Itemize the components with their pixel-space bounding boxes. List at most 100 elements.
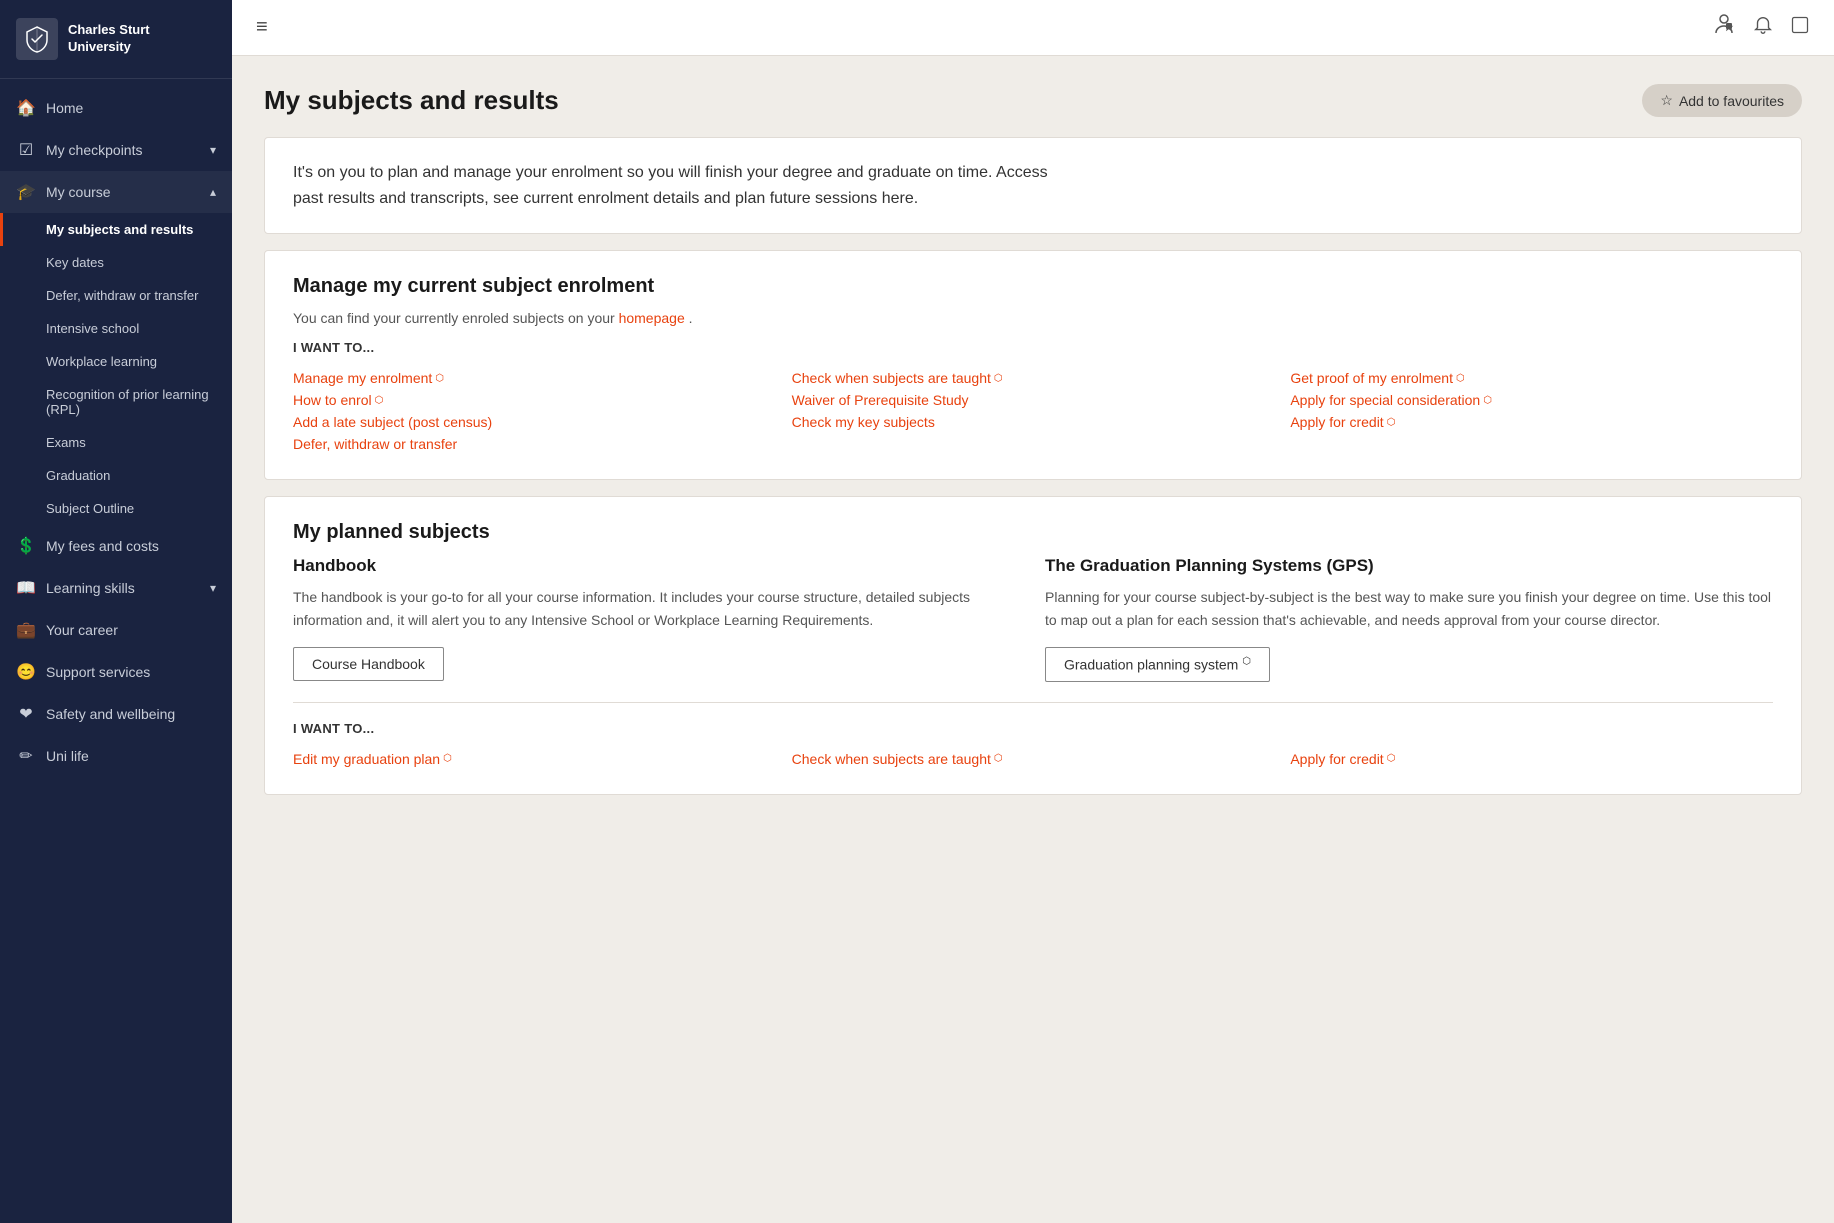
link-special-consideration[interactable]: Apply for special consideration⬡ [1290, 389, 1773, 411]
sidebar-item-key-dates-label: Key dates [46, 255, 104, 270]
uni-life-icon: ✏ [16, 746, 36, 766]
career-icon: 💼 [16, 620, 36, 640]
link-get-proof-enrolment[interactable]: Get proof of my enrolment⬡ [1290, 367, 1773, 389]
sidebar-item-exams[interactable]: Exams [0, 426, 232, 459]
link-defer-withdraw[interactable]: Defer, withdraw or transfer [293, 433, 776, 455]
link-manage-enrolment[interactable]: Manage my enrolment⬡ [293, 367, 776, 389]
sidebar-item-fees[interactable]: 💲 My fees and costs [0, 525, 232, 567]
sidebar-item-graduation[interactable]: Graduation [0, 459, 232, 492]
sidebar-item-my-course[interactable]: 🎓 My course ▴ [0, 171, 232, 213]
link-text: Get proof of my enrolment [1290, 370, 1453, 386]
ext-icon: ⬡ [443, 753, 452, 764]
sidebar-item-rpl[interactable]: Recognition of prior learning (RPL) [0, 378, 232, 426]
ext-icon: ⬡ [994, 753, 1003, 764]
link-add-late-subject[interactable]: Add a late subject (post census) [293, 411, 776, 433]
sidebar-item-rpl-label: Recognition of prior learning (RPL) [46, 387, 216, 417]
link-text: Edit my graduation plan [293, 751, 440, 767]
safety-icon: ❤ [16, 704, 36, 724]
sidebar-item-graduation-label: Graduation [46, 468, 110, 483]
chevron-down-icon: ▾ [210, 143, 216, 157]
sidebar-item-checkpoints[interactable]: ☑ My checkpoints ▾ [0, 129, 232, 171]
page-title: My subjects and results [264, 85, 559, 116]
link-waiver-prerequisite[interactable]: Waiver of Prerequisite Study [792, 389, 1275, 411]
gps-title: The Graduation Planning Systems (GPS) [1045, 556, 1773, 576]
link-check-subjects-taught-2[interactable]: Check when subjects are taught⬡ [792, 748, 1275, 770]
sidebar-item-safety[interactable]: ❤ Safety and wellbeing [0, 693, 232, 735]
link-how-to-enrol[interactable]: How to enrol⬡ [293, 389, 776, 411]
link-edit-graduation-plan[interactable]: Edit my graduation plan⬡ [293, 748, 776, 770]
hamburger-menu-icon[interactable]: ≡ [256, 16, 268, 39]
section2-col-1: Edit my graduation plan⬡ [293, 748, 776, 770]
info-card: It's on you to plan and manage your enro… [264, 137, 1802, 234]
star-icon: ☆ [1660, 92, 1673, 109]
course-handbook-button[interactable]: Course Handbook [293, 647, 444, 681]
handbook-title: Handbook [293, 556, 1021, 576]
sidebar-item-support[interactable]: 😊 Support services [0, 651, 232, 693]
sidebar-item-subject-outline[interactable]: Subject Outline [0, 492, 232, 525]
sidebar-item-career[interactable]: 💼 Your career [0, 609, 232, 651]
sidebar-item-home-label: Home [46, 100, 216, 116]
sidebar-logo: Charles Sturt University [0, 0, 232, 79]
link-apply-credit-1[interactable]: Apply for credit⬡ [1290, 411, 1773, 433]
sidebar-item-learning-skills[interactable]: 📖 Learning skills ▾ [0, 567, 232, 609]
graduation-planning-button[interactable]: Graduation planning system ⬡ [1045, 647, 1270, 682]
link-text: How to enrol [293, 392, 372, 408]
page-header: My subjects and results ☆ Add to favouri… [264, 84, 1802, 117]
section2-links-grid: Edit my graduation plan⬡ Check when subj… [293, 748, 1773, 770]
link-check-subjects-taught[interactable]: Check when subjects are taught⬡ [792, 367, 1275, 389]
sidebar-item-my-course-label: My course [46, 184, 200, 200]
sidebar-item-my-subjects[interactable]: My subjects and results [0, 213, 232, 246]
section1-col-3: Get proof of my enrolment⬡ Apply for spe… [1290, 367, 1773, 455]
topbar-right: ★ [1712, 13, 1810, 43]
sidebar-item-defer-withdraw[interactable]: Defer, withdraw or transfer [0, 279, 232, 312]
info-text-1: It's on you to plan and manage your enro… [293, 164, 1048, 181]
handbook-desc: The handbook is your go-to for all your … [293, 586, 1021, 631]
link-text: Apply for special consideration [1290, 392, 1480, 408]
square-icon[interactable] [1790, 15, 1810, 41]
ext-icon: ⬡ [1456, 373, 1465, 384]
sidebar-item-fees-label: My fees and costs [46, 538, 216, 554]
link-apply-credit-2[interactable]: Apply for credit⬡ [1290, 748, 1773, 770]
section2-col-3: Apply for credit⬡ [1290, 748, 1773, 770]
sidebar-nav: 🏠 Home ☑ My checkpoints ▾ 🎓 My course ▴ … [0, 79, 232, 1223]
support-icon: 😊 [16, 662, 36, 682]
ext-icon-gps: ⬡ [1242, 656, 1251, 667]
topbar: ≡ ★ [232, 0, 1834, 56]
logo-text: Charles Sturt University [68, 22, 216, 56]
link-text: Add a late subject (post census) [293, 414, 492, 430]
section1-title: Manage my current subject enrolment [293, 275, 1773, 298]
sidebar-item-home[interactable]: 🏠 Home [0, 87, 232, 129]
link-text: Defer, withdraw or transfer [293, 436, 457, 452]
sidebar-item-outline-label: Subject Outline [46, 501, 134, 516]
sidebar-item-exams-label: Exams [46, 435, 86, 450]
profile-icon[interactable]: ★ [1712, 13, 1736, 43]
ext-icon: ⬡ [1387, 417, 1396, 428]
link-text: Waiver of Prerequisite Study [792, 392, 969, 408]
main-area: ≡ ★ [232, 0, 1834, 1223]
sidebar-item-my-subjects-label: My subjects and results [46, 222, 193, 237]
sidebar-item-support-label: Support services [46, 664, 216, 680]
manage-enrolment-card: Manage my current subject enrolment You … [264, 250, 1802, 480]
link-text: Apply for credit [1290, 751, 1383, 767]
link-text: Check when subjects are taught [792, 370, 991, 386]
learning-icon: 📖 [16, 578, 36, 598]
ext-icon: ⬡ [1483, 395, 1492, 406]
sidebar-item-uni-life[interactable]: ✏ Uni life [0, 735, 232, 777]
section1-links-grid: Manage my enrolment⬡ How to enrol⬡ Add a… [293, 367, 1773, 455]
course-icon: 🎓 [16, 182, 36, 202]
bell-icon[interactable] [1752, 14, 1774, 42]
chevron-up-icon: ▴ [210, 185, 216, 199]
sidebar-item-key-dates[interactable]: Key dates [0, 246, 232, 279]
sidebar-item-workplace-learning[interactable]: Workplace learning [0, 345, 232, 378]
homepage-link[interactable]: homepage [619, 310, 685, 326]
gps-btn-label: Graduation planning system [1064, 657, 1238, 673]
add-favourites-button[interactable]: ☆ Add to favourites [1642, 84, 1802, 117]
link-check-key-subjects[interactable]: Check my key subjects [792, 411, 1275, 433]
sidebar-item-checkpoints-label: My checkpoints [46, 142, 200, 158]
sidebar-item-career-label: Your career [46, 622, 216, 638]
sidebar-item-learning-label: Learning skills [46, 580, 200, 596]
add-favourites-label: Add to favourites [1679, 93, 1784, 109]
sidebar-item-intensive-school[interactable]: Intensive school [0, 312, 232, 345]
checkpoints-icon: ☑ [16, 140, 36, 160]
sidebar-item-defer-label: Defer, withdraw or transfer [46, 288, 198, 303]
